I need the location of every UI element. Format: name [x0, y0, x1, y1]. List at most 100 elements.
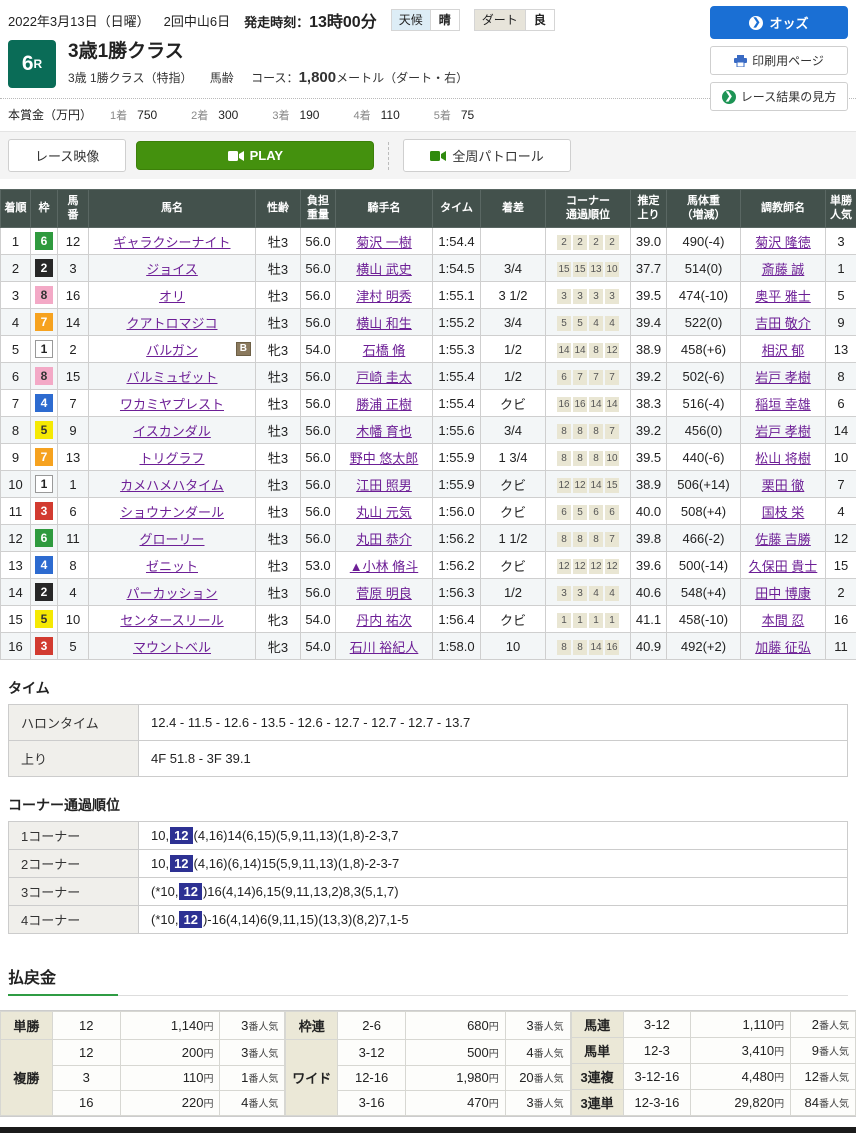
horse-number: 4: [58, 579, 89, 606]
horse-link[interactable]: ゼニット: [146, 559, 198, 574]
table-row: 5 1 2 バルガンB 牝3 54.0 石橋 脩 1:55.3 1/2 1414…: [1, 336, 856, 363]
favorite-suffix: 番人気: [534, 1074, 564, 1085]
results-table: 着順枠馬 番馬名性齢負担 重量騎手名タイム着差コーナー 通過順位推定 上り馬体重…: [0, 189, 856, 660]
favorite-rank: 84番人気: [791, 1090, 856, 1116]
trainer-cell: 田中 博康: [741, 579, 826, 606]
jockey-link[interactable]: 石橋 脩: [363, 343, 406, 358]
trainer-link[interactable]: 国枝 栄: [762, 505, 805, 520]
trainer-link[interactable]: 相沢 郁: [762, 343, 805, 358]
play-label: PLAY: [250, 148, 283, 163]
bracket-number-badge: 3: [35, 637, 53, 655]
payout-table: 単勝121,140円3番人気複勝12200円3番人気3110円1番人気16220…: [0, 1011, 285, 1116]
row-value: 12.4 - 11.5 - 12.6 - 13.5 - 12.6 - 12.7 …: [139, 705, 848, 741]
yen-suffix: 円: [203, 1099, 213, 1110]
jockey-link[interactable]: ▲小林 脩斗: [350, 559, 418, 574]
winner-highlight: 12: [179, 911, 201, 928]
corner-label: 2コーナー: [9, 850, 139, 878]
jockey-link[interactable]: 津村 明秀: [356, 289, 412, 304]
trainer-link[interactable]: 本間 忍: [762, 613, 805, 628]
horse-link[interactable]: カメハメハタイム: [120, 478, 224, 493]
trainer-link[interactable]: 栗田 徹: [762, 478, 805, 493]
result-guide-button[interactable]: ❯ レース結果の見方: [710, 82, 848, 111]
patrol-video-button[interactable]: 全周パトロール: [403, 139, 570, 172]
jockey-link[interactable]: 横山 和生: [356, 316, 412, 331]
margin: 3/4: [481, 255, 546, 282]
jockey-link[interactable]: 野中 悠太郎: [350, 451, 419, 466]
horse-link[interactable]: バルミュゼット: [126, 370, 217, 385]
horse-link[interactable]: バルガン: [146, 343, 198, 358]
corner-position-chip: 8: [589, 451, 603, 466]
trainer-cell: 佐藤 吉勝: [741, 525, 826, 552]
print-page-button[interactable]: 印刷用ページ: [710, 46, 848, 75]
race-video-button[interactable]: レース映像: [8, 139, 126, 172]
jockey-link[interactable]: 菅原 明良: [356, 586, 412, 601]
estimated-last-3f: 38.9: [631, 471, 667, 498]
jockey-link[interactable]: 菊沢 一樹: [356, 235, 412, 250]
bet-type-label: 枠連: [286, 1012, 338, 1040]
jockey-link[interactable]: 木幡 育也: [356, 424, 412, 439]
trainer-link[interactable]: 菊沢 隆徳: [755, 235, 811, 250]
trainer-link[interactable]: 久保田 貴士: [749, 559, 818, 574]
trainer-cell: 奥平 雅士: [741, 282, 826, 309]
horse-link[interactable]: ワカミヤプレスト: [120, 397, 224, 412]
corner-positions: 8887: [546, 525, 631, 552]
horse-link[interactable]: ギャラクシーナイト: [113, 235, 230, 250]
horse-link[interactable]: ジョイス: [146, 262, 198, 277]
payout-amount: 200円: [120, 1040, 220, 1065]
trainer-link[interactable]: 岩戸 孝樹: [755, 424, 811, 439]
estimated-last-3f: 39.4: [631, 309, 667, 336]
corner-positions: 3344: [546, 579, 631, 606]
trainer-link[interactable]: 稲垣 幸雄: [755, 397, 811, 412]
horse-link[interactable]: グローリー: [139, 532, 204, 547]
horse-link[interactable]: パーカッション: [126, 586, 217, 601]
sex-age: 牝3: [256, 606, 301, 633]
estimated-last-3f: 40.9: [631, 633, 667, 660]
corner-position-chip: 3: [605, 289, 619, 304]
favorite-suffix: 番人気: [819, 1073, 849, 1084]
odds-button[interactable]: ❯ オッズ: [710, 6, 848, 39]
trainer-link[interactable]: 吉田 敬介: [755, 316, 811, 331]
payout-tables: 単勝121,140円3番人気複勝12200円3番人気3110円1番人気16220…: [0, 1010, 856, 1117]
horse-link[interactable]: クアトロマジコ: [126, 316, 217, 331]
trainer-link[interactable]: 斎藤 誠: [762, 262, 805, 277]
horse-link[interactable]: マウントベル: [133, 640, 211, 655]
horse-link[interactable]: オリ: [159, 289, 185, 304]
start-time-value: 13時00分: [309, 14, 377, 31]
yen-suffix: 円: [489, 1099, 499, 1110]
chevron-circle-icon: ❯: [749, 16, 763, 30]
play-button[interactable]: PLAY: [136, 141, 374, 170]
favorite-suffix: 番人気: [248, 1074, 278, 1085]
trainer-link[interactable]: 加藤 征弘: [755, 640, 811, 655]
margin: 3/4: [481, 417, 546, 444]
prize-place: 5着: [434, 110, 451, 122]
jockey-link[interactable]: 勝浦 正樹: [356, 397, 412, 412]
trainer-link[interactable]: 奥平 雅士: [755, 289, 811, 304]
win-favorite-rank: 15: [826, 552, 856, 579]
trainer-link[interactable]: 松山 将樹: [755, 451, 811, 466]
horse-link[interactable]: イスカンダル: [133, 424, 211, 439]
trainer-cell: 菊沢 隆徳: [741, 228, 826, 255]
jockey-link[interactable]: 戸崎 圭太: [356, 370, 412, 385]
jockey-link[interactable]: 石川 裕紀人: [350, 640, 419, 655]
sex-age: 牡3: [256, 255, 301, 282]
corner-position-chip: 12: [557, 559, 571, 574]
prize-amount: 750: [137, 108, 157, 122]
win-favorite-rank: 14: [826, 417, 856, 444]
jockey-link[interactable]: 丹内 祐次: [356, 613, 412, 628]
horse-link[interactable]: トリグラフ: [139, 451, 204, 466]
finish-time: 1:55.9: [433, 444, 481, 471]
jockey-link[interactable]: 横山 武史: [356, 262, 412, 277]
horse-link[interactable]: センタースリール: [120, 613, 223, 628]
trainer-link[interactable]: 岩戸 孝樹: [755, 370, 811, 385]
horse-link[interactable]: ショウナンダール: [120, 505, 224, 520]
horse-number: 6: [58, 498, 89, 525]
margin: 1 3/4: [481, 444, 546, 471]
trainer-link[interactable]: 田中 博康: [755, 586, 811, 601]
meeting-info: 2回中山6日: [164, 11, 230, 30]
jockey-link[interactable]: 江田 照男: [356, 478, 412, 493]
jockey-link[interactable]: 丸田 恭介: [356, 532, 412, 547]
bet-combination: 16: [52, 1090, 120, 1115]
trainer-link[interactable]: 佐藤 吉勝: [755, 532, 811, 547]
jockey-link[interactable]: 丸山 元気: [356, 505, 412, 520]
corner-passage-row: 3コーナー(*10,12)16(4,14)6,15(9,11,13,2)8,3(…: [9, 878, 848, 906]
